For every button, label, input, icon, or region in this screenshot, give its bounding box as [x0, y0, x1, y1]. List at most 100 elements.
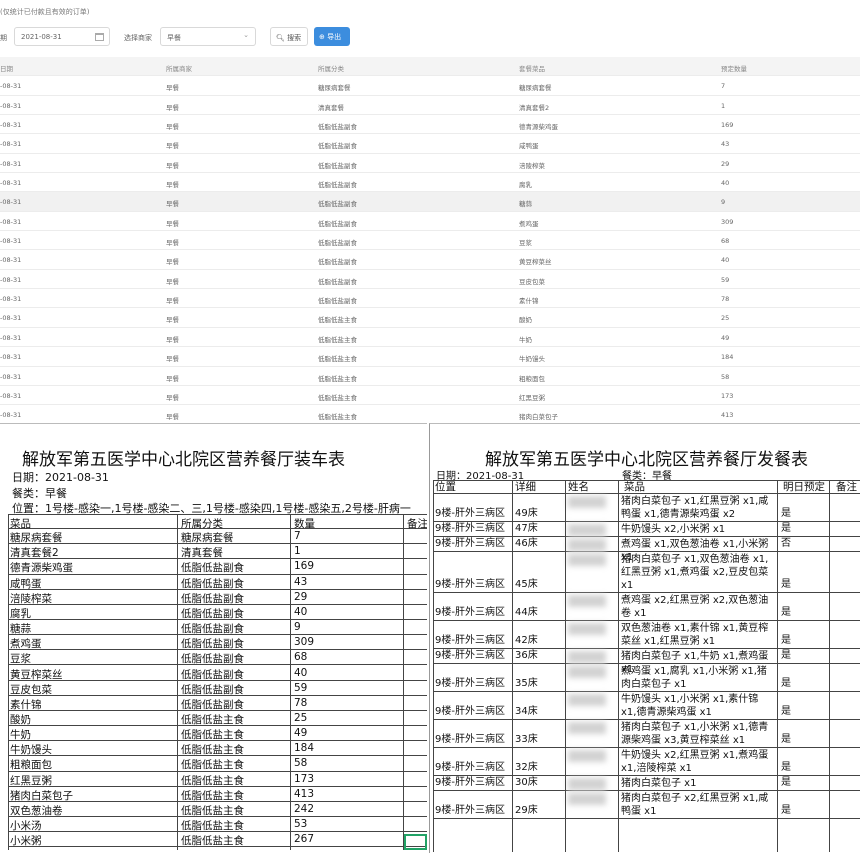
table-row[interactable]: 牛奶 低脂低盐主食 49: [8, 726, 427, 742]
table-row[interactable]: -08-31 早餐 低脂低盐副食 素什锦 78: [0, 289, 860, 309]
table-row[interactable]: 涪陵榨菜 低脂低盐副食 29: [8, 590, 427, 605]
table-row[interactable]: 双色葱油卷 低脂低盐主食 242: [8, 802, 427, 817]
table-row[interactable]: -08-31 早餐 低脂低盐副食 煮鸡蛋 309: [0, 212, 860, 232]
table-row[interactable]: 豆浆 低脂低盐副食 68: [8, 650, 427, 666]
distribution-sheet: 解放军第五医学中心北院区营养餐厅发餐表 日期：2021-08-31 餐类：早餐 …: [429, 423, 860, 853]
table-row[interactable]: 糖蒜 低脂低盐副食 9: [8, 620, 427, 636]
table-cell: 1: [294, 545, 301, 558]
table-row[interactable]: 9楼-肝外三病区 30床 猪肉白菜包子 x1 是: [433, 776, 860, 791]
table-row[interactable]: 小米粥 低脂低盐主食 267: [8, 832, 427, 848]
table-cell: 242: [294, 802, 315, 815]
table-cell: 咸鸭蛋: [10, 577, 42, 590]
table-cell: 低脂低盐主食: [318, 335, 357, 344]
table-row[interactable]: 咸鸭蛋 低脂低盐副食 43: [8, 575, 427, 590]
table-row[interactable]: 清真套餐2 清真套餐 1: [8, 544, 427, 560]
table-row[interactable]: 牛奶馒头 低脂低盐主食 184: [8, 741, 427, 757]
shop-label: 选择商家: [124, 34, 152, 42]
table-cell: 早餐: [166, 200, 179, 209]
table-cell: -08-31: [0, 372, 22, 381]
table-row[interactable]: 小米汤 低脂低盐主食 53: [8, 817, 427, 833]
table-row[interactable]: -08-31 早餐 低脂低盐主食 牛奶 49: [0, 328, 860, 348]
table-row[interactable]: -08-31 早餐 低脂低盐副食 豆皮包菜 59: [0, 270, 860, 290]
loading-sheet: 解放军第五医学中心北院区营养餐厅装车表 日期：2021-08-31 餐类：早餐 …: [0, 423, 427, 853]
table-cell: 低脂低盐副食: [181, 577, 244, 590]
table-cell: 猪肉白菜包子 x1,小米粥 x1,德青源柴鸡蛋 x3,黄豆榨菜丝 x1: [621, 722, 769, 746]
export-button[interactable]: ⊕ 导出: [314, 27, 350, 46]
table-cell: 9楼-肝外三病区: [435, 635, 505, 646]
table-row[interactable]: -08-31 早餐 低脂低盐副食 腐乳 40: [0, 173, 860, 193]
table-row[interactable]: -08-31 早餐 低脂低盐主食 红黑豆粥 173: [0, 386, 860, 406]
table-cell: -08-31: [0, 237, 22, 246]
table-cell: 涪陵榨菜: [519, 161, 545, 170]
table-cell: 牛奶: [10, 729, 31, 742]
table-row[interactable]: 9楼-肝外三病区 47床 牛奶馒头 x2,小米粥 x1 是: [433, 522, 860, 537]
table-cell: 早餐: [166, 374, 179, 383]
table-cell: 低脂低盐副食: [318, 297, 357, 306]
table-row[interactable]: -08-31 早餐 清真套餐 清真套餐2 1: [0, 96, 860, 116]
table-row[interactable]: -08-31 早餐 低脂低盐副食 德青源柴鸡蛋 169: [0, 115, 860, 135]
table-row[interactable]: 糖尿病套餐 糖尿病套餐 7: [8, 529, 427, 545]
grid-line: [512, 480, 513, 852]
table-cell: -08-31: [0, 333, 22, 342]
table-row[interactable]: -08-31 早餐 低脂低盐主食 猪肉白菜包子 413: [0, 405, 860, 423]
table-row[interactable]: 9楼-肝外三病区 35床 煮鸡蛋 x1,腐乳 x1,小米粥 x1,猪肉白菜包子 x1…: [433, 664, 860, 692]
table-row[interactable]: 9楼-肝外三病区 49床 猪肉白菜包子 x1,红黑豆粥 x1,咸鸭蛋 x1,德青源柴…: [433, 494, 860, 522]
table-cell: 低脂低盐主食: [181, 804, 244, 817]
table-row[interactable]: -08-31 早餐 低脂低盐副食 黄豆榨菜丝 40: [0, 250, 860, 270]
blurred-name: [568, 651, 606, 663]
table-cell: 猪肉白菜包子: [519, 413, 558, 422]
table-cell: 68: [294, 651, 308, 664]
table-cell: 49: [294, 727, 308, 740]
table-row[interactable]: 酸奶 低脂低盐主食 25: [8, 711, 427, 727]
table-row[interactable]: -08-31 早餐 低脂低盐副食 咸鸭蛋 43: [0, 134, 860, 154]
table-row[interactable]: -08-31 早餐 糖尿病套餐 糖尿病套餐 7: [0, 76, 860, 96]
table-row[interactable]: 煮鸡蛋 低脂低盐副食 309: [8, 635, 427, 651]
table-cell: 43: [721, 140, 730, 149]
table-row[interactable]: -08-31 早餐 低脂低盐副食 涪陵榨菜 29: [0, 154, 860, 174]
table-cell: 低脂低盐主食: [181, 729, 244, 742]
column-header: 所属分类: [318, 65, 344, 73]
table-row[interactable]: 9楼-肝外三病区 32床 牛奶馒头 x2,红黑豆粥 x1,煮鸡蛋 x1,涪陵榨菜 x…: [433, 748, 860, 776]
table-row[interactable]: -08-31 早餐 低脂低盐主食 牛奶馒头 184: [0, 347, 860, 367]
table-row[interactable]: 9楼-肝外三病区 34床 牛奶馒头 x1,小米粥 x1,素什锦 x1,德青源柴鸡蛋 …: [433, 692, 860, 720]
table-row[interactable]: -08-31 早餐 低脂低盐主食 酸奶 25: [0, 308, 860, 328]
date-picker[interactable]: 2021-08-31: [14, 27, 110, 46]
table-cell: 32床: [515, 762, 538, 773]
blurred-name: [568, 539, 606, 551]
table-cell: 9楼-肝外三病区: [435, 607, 505, 618]
table-row[interactable]: 9楼-肝外三病区 42床 双色葱油卷 x1,素什锦 x1,黄豆榨菜丝 x1,红黑豆粥…: [433, 621, 860, 649]
table-cell: 否: [781, 538, 791, 549]
blurred-name: [568, 722, 606, 734]
table-row[interactable]: 粗粮面包 低脂低盐主食 58: [8, 756, 427, 772]
table-row[interactable]: 9楼-肝外三病区 33床 猪肉白菜包子 x1,小米粥 x1,德青源柴鸡蛋 x3,黄豆…: [433, 720, 860, 748]
table-cell: -08-31: [0, 198, 22, 207]
table-row[interactable]: -08-31 早餐 低脂低盐主食 粗粮面包 58: [0, 367, 860, 386]
table-row[interactable]: 豆皮包菜 低脂低盐副食 59: [8, 681, 427, 696]
table-cell: 1: [721, 101, 726, 110]
table-row[interactable]: 9楼-肝外三病区 45床 猪肉白菜包子 x1,双色葱油卷 x1,红黑豆粥 x1,煮鸡…: [433, 552, 860, 593]
table-row[interactable]: 9楼-肝外三病区 29床 猪肉白菜包子 x2,红黑豆粥 x1,咸鸭蛋 x1 是: [433, 791, 860, 819]
table-header-row: 位置 详细 姓名 菜品 明日预定 备注: [433, 480, 860, 494]
table-row[interactable]: 黄豆榨菜丝 低脂低盐副食 40: [8, 666, 427, 681]
selected-cell[interactable]: [404, 834, 427, 850]
table-cell: 低脂低盐副食: [181, 623, 244, 636]
table-row[interactable]: 腐乳 低脂低盐副食 40: [8, 605, 427, 621]
table-row[interactable]: 9楼-肝外三病区 44床 煮鸡蛋 x2,红黑豆粥 x2,双色葱油卷 x1 是: [433, 593, 860, 621]
table-row[interactable]: -08-31 早餐 低脂低盐副食 糖蒜 9: [0, 192, 860, 212]
table-row[interactable]: 9楼-肝外三病区 46床 煮鸡蛋 x1,双色葱油卷 x1,小米粥 x1 否: [433, 537, 860, 563]
table-row[interactable]: -08-31 早餐 低脂低盐副食 豆浆 68: [0, 231, 860, 251]
table-row[interactable]: 德青源柴鸡蛋 低脂低盐副食 169: [8, 559, 427, 575]
search-button[interactable]: 🔍︎ 搜索: [270, 27, 308, 46]
table-row[interactable]: 9楼-肝外三病区 36床 猪肉白菜包子 x1,牛奶 x1,煮鸡蛋 x1 是: [433, 649, 860, 675]
shop-select[interactable]: 早餐 ⌄: [160, 27, 256, 46]
table-row[interactable]: 红黑豆粥 低脂低盐主食 173: [8, 772, 427, 787]
table-cell: 7: [294, 530, 301, 543]
table-cell: 58: [721, 372, 730, 381]
table-row[interactable]: 素什锦 低脂低盐副食 78: [8, 696, 427, 711]
table-cell: 36床: [515, 650, 538, 661]
table-cell: 7: [721, 82, 726, 91]
table-cell: 9楼-肝外三病区: [435, 706, 505, 717]
table-cell: 早餐: [166, 258, 179, 267]
table-row[interactable]: 猪肉白菜包子 低脂低盐主食 413: [8, 787, 427, 802]
table-cell: 59: [721, 275, 730, 284]
